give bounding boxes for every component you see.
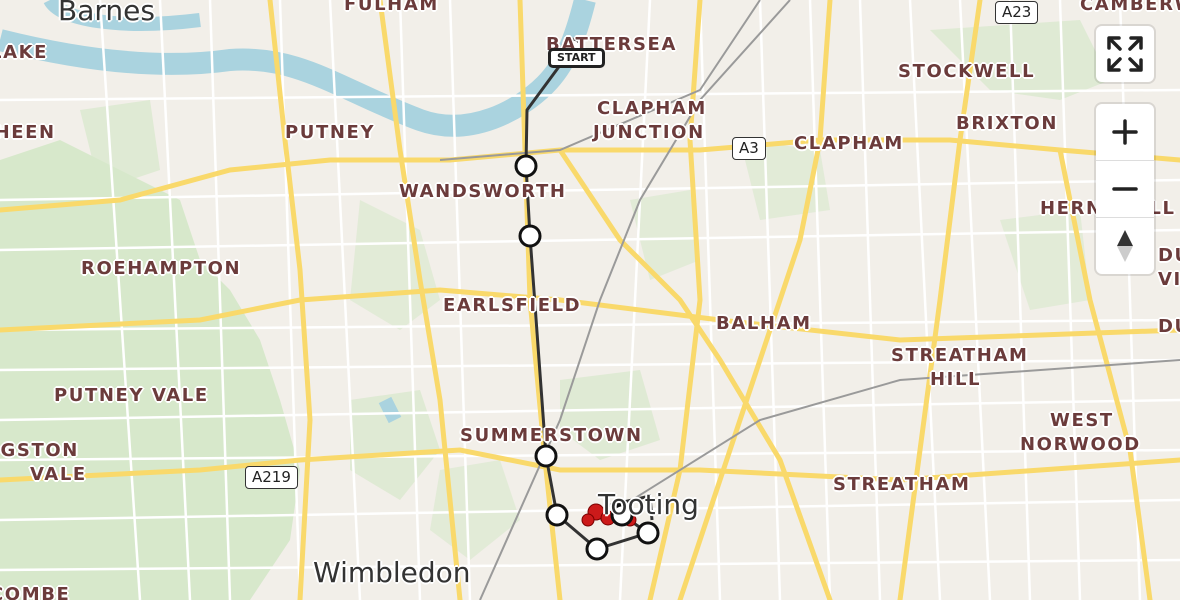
fullscreen-control [1096,26,1154,82]
fullscreen-button[interactable] [1096,26,1154,82]
road-shield-a3: A3 [732,137,766,160]
zoom-in-button[interactable] [1096,104,1154,160]
compass-icon [1117,230,1133,262]
minus-icon [1112,187,1138,191]
route-start-label: START [548,48,605,68]
road-shield-a23: A23 [995,1,1039,24]
road-shield-a219: A219 [245,466,298,489]
map-base [0,0,1180,600]
fullscreen-icon [1107,36,1143,72]
zoom-out-button[interactable] [1096,160,1154,217]
map-canvas[interactable]: FULHAM BATTERSEA CAMBERWELL STOCKWELL PU… [0,0,1180,600]
zoom-navigation-control [1096,104,1154,274]
reset-bearing-button[interactable] [1096,217,1154,274]
plus-icon [1112,119,1138,145]
